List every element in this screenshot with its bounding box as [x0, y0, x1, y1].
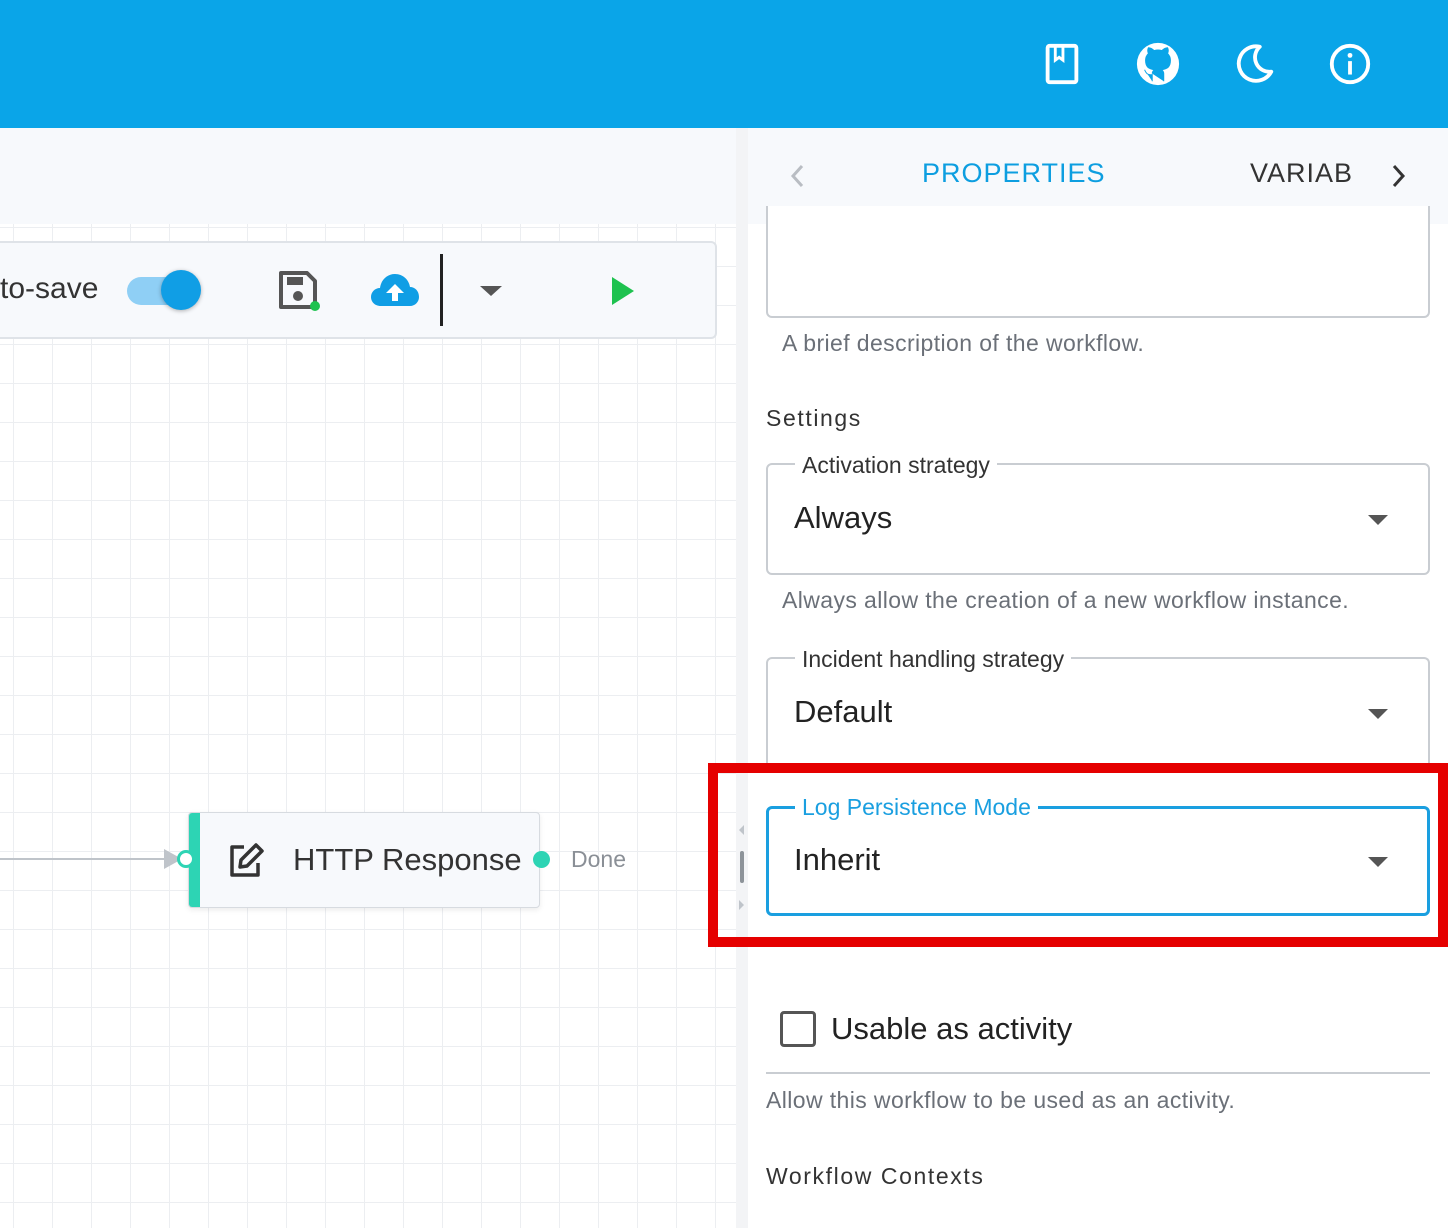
highlight-box: [708, 763, 1448, 947]
tab-properties[interactable]: PROPERTIES: [922, 158, 1106, 189]
node-outcome-label: Done: [571, 846, 626, 872]
info-icon[interactable]: [1326, 40, 1374, 88]
cloud-upload-icon[interactable]: [369, 270, 421, 310]
chevron-down-icon[interactable]: [480, 286, 502, 296]
designer-toolbar: [0, 241, 717, 339]
moon-icon[interactable]: [1230, 40, 1278, 88]
settings-title: Settings: [766, 405, 862, 431]
play-icon[interactable]: [612, 277, 634, 305]
tab-scroll-right-icon[interactable]: [1386, 160, 1410, 192]
toolbar-separator: [440, 254, 443, 326]
autosave-toggle-thumb[interactable]: [161, 270, 201, 310]
description-helper: A brief description of the workflow.: [782, 330, 1145, 356]
node-output-port[interactable]: [533, 851, 550, 868]
tab-scroll-left-icon[interactable]: [786, 160, 810, 192]
incident-strategy-label: Incident handling strategy: [795, 646, 1072, 673]
divider: [766, 1072, 1430, 1074]
book-icon[interactable]: [1038, 40, 1086, 88]
usable-as-activity-label[interactable]: Usable as activity: [831, 1011, 1072, 1047]
incident-strategy-value: Default: [794, 694, 893, 729]
panel-splitter[interactable]: [736, 128, 748, 1228]
node-title: HTTP Response: [293, 842, 522, 877]
activation-strategy-helper: Always allow the creation of a new workf…: [782, 587, 1350, 613]
workflow-contexts-title: Workflow Contexts: [766, 1163, 985, 1189]
connection-line: [0, 858, 176, 860]
edit-icon: [226, 841, 266, 879]
designer-header: [0, 128, 736, 224]
node-input-port[interactable]: [177, 850, 195, 868]
activation-strategy-label: Activation strategy: [795, 452, 997, 479]
dropdown-arrow-icon[interactable]: [1368, 515, 1388, 525]
tab-variables[interactable]: VARIAB: [1250, 158, 1353, 189]
save-icon[interactable]: [276, 268, 322, 314]
usable-as-activity-helper: Allow this workflow to be used as an act…: [766, 1087, 1236, 1113]
usable-as-activity-checkbox[interactable]: [780, 1011, 816, 1047]
description-textarea[interactable]: [766, 206, 1430, 318]
autosave-label: to-save: [0, 272, 99, 305]
dropdown-arrow-icon[interactable]: [1368, 709, 1388, 719]
activation-strategy-value: Always: [794, 500, 893, 535]
github-icon[interactable]: [1134, 40, 1182, 88]
workflow-canvas[interactable]: [0, 224, 736, 1228]
